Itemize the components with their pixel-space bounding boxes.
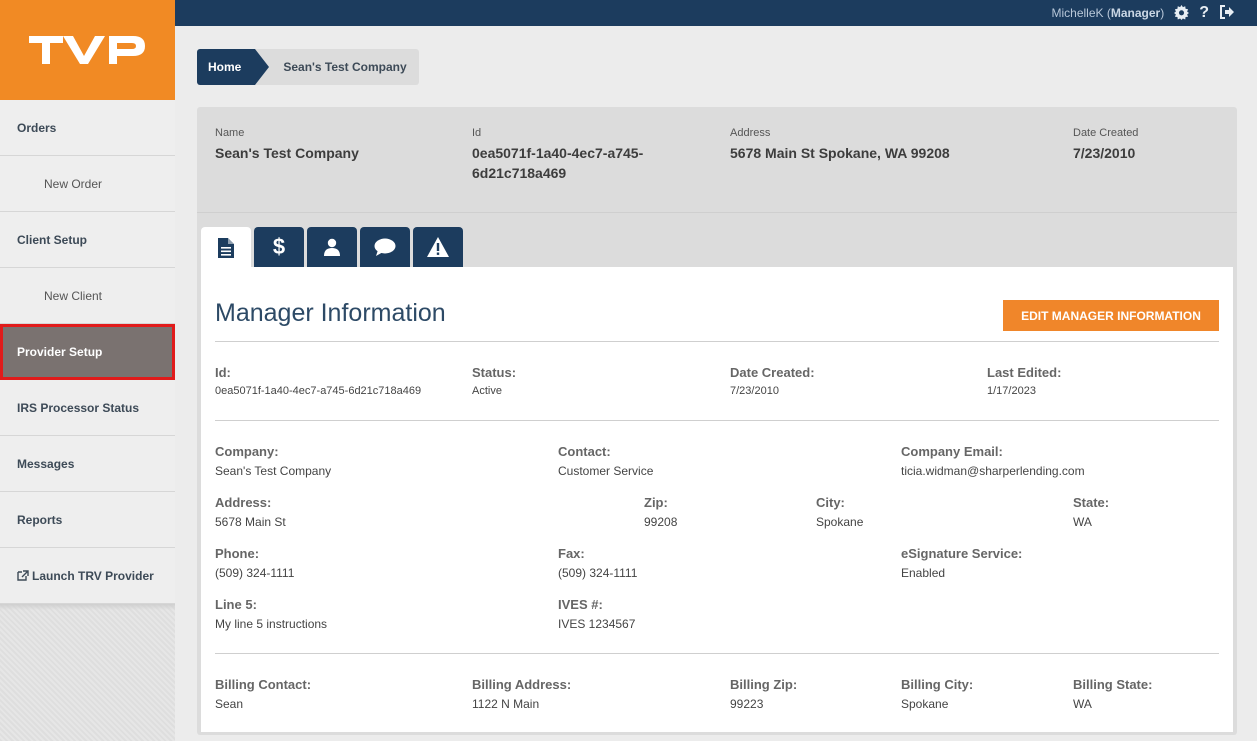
comment-icon [374, 238, 396, 256]
tab-users[interactable] [307, 227, 357, 267]
help-icon[interactable]: ? [1199, 5, 1209, 21]
company-panel: Name Sean's Test Company Id 0ea5071f-1a4… [197, 107, 1237, 735]
field-ives: IVES #: IVES 1234567 [558, 597, 636, 631]
section-title: Manager Information [215, 299, 446, 327]
tab-alerts[interactable] [413, 227, 463, 267]
divider [215, 420, 1219, 421]
tab-billing[interactable]: $ [254, 227, 304, 267]
logo-mark-icon [28, 36, 145, 64]
field-billing-address: Billing Address: 1122 N Main [472, 677, 572, 711]
field-company: Company: Sean's Test Company [215, 444, 332, 478]
divider [215, 341, 1219, 342]
field-billing-contact: Billing Contact: Sean [215, 677, 312, 711]
edit-manager-information-button[interactable]: EDIT MANAGER INFORMATION [1003, 300, 1219, 331]
sidebar-shadow [0, 604, 175, 610]
sidebar-item-orders[interactable]: Orders [0, 100, 175, 156]
field-billing-zip: Billing Zip: 99223 [730, 677, 798, 711]
breadcrumb-home[interactable]: Home [197, 49, 270, 85]
user-icon [324, 238, 340, 256]
field-state: State: WA [1073, 495, 1110, 529]
sidebar-item-provider-setup[interactable]: Provider Setup [0, 324, 175, 380]
field-billing-city: Billing City: Spokane [901, 677, 974, 711]
field-status: Status: Active [472, 365, 517, 397]
summary-divider [197, 212, 1237, 213]
logout-icon[interactable] [1219, 5, 1235, 21]
field-contact: Contact: Customer Service [558, 444, 654, 478]
sidebar-item-reports[interactable]: Reports [0, 492, 175, 548]
external-link-icon [17, 570, 29, 581]
summary-date-created: Date Created 7/23/2010 [1073, 127, 1139, 161]
sidebar-nav: Orders New Order Client Setup New Client… [0, 100, 175, 604]
field-city: City: Spokane [816, 495, 864, 529]
manager-information-section: Manager Information EDIT MANAGER INFORMA… [201, 267, 1233, 732]
field-esignature-service: eSignature Service: Enabled [901, 546, 1023, 580]
field-address: Address: 5678 Main St [215, 495, 286, 529]
warning-icon [427, 237, 449, 257]
divider [215, 653, 1219, 654]
field-fax: Fax: (509) 324-1111 [558, 546, 638, 580]
sidebar-item-launch-trv-provider[interactable]: Launch TRV Provider [0, 548, 175, 604]
field-id: Id: 0ea5071f-1a40-4ec7-a745-6d21c718a469 [215, 365, 422, 397]
field-date-created: Date Created: 7/23/2010 [730, 365, 815, 397]
breadcrumb: Home Sean's Test Company [197, 49, 419, 85]
sidebar: Orders New Order Client Setup New Client… [0, 0, 175, 741]
document-icon [218, 237, 234, 258]
field-zip: Zip: 99208 [644, 495, 678, 529]
summary-name: Name Sean's Test Company [215, 127, 359, 161]
tvp-logo[interactable] [0, 0, 175, 100]
summary-id: Id 0ea5071f-1a40-4ec7-a745- 6d21c718a469 [472, 127, 644, 181]
detail-tabs: $ [201, 227, 463, 268]
sidebar-item-client-setup[interactable]: Client Setup [0, 212, 175, 268]
top-bar: MichelleK (Manager) ? [175, 0, 1257, 26]
breadcrumb-current: Sean's Test Company [255, 49, 419, 85]
dollar-icon: $ [272, 234, 286, 259]
tab-document[interactable] [201, 227, 251, 268]
gear-icon[interactable] [1174, 4, 1190, 22]
field-line-5: Line 5: My line 5 instructions [215, 597, 328, 631]
field-phone: Phone: (509) 324-1111 [215, 546, 295, 580]
sidebar-item-messages[interactable]: Messages [0, 436, 175, 492]
field-last-edited: Last Edited: 1/17/2023 [987, 365, 1062, 397]
user-menu[interactable]: MichelleK (Manager) [1051, 6, 1164, 20]
company-summary: Name Sean's Test Company Id 0ea5071f-1a4… [197, 107, 1237, 212]
sidebar-item-irs-processor-status[interactable]: IRS Processor Status [0, 380, 175, 436]
field-company-email: Company Email: ticia.widman@sharperlendi… [901, 444, 1085, 478]
tab-messages[interactable] [360, 227, 410, 267]
summary-address: Address 5678 Main St Spokane, WA 99208 [730, 127, 950, 161]
field-billing-state: Billing State: WA [1073, 677, 1153, 711]
sidebar-item-new-order[interactable]: New Order [0, 156, 175, 212]
sidebar-item-new-client[interactable]: New Client [0, 268, 175, 324]
